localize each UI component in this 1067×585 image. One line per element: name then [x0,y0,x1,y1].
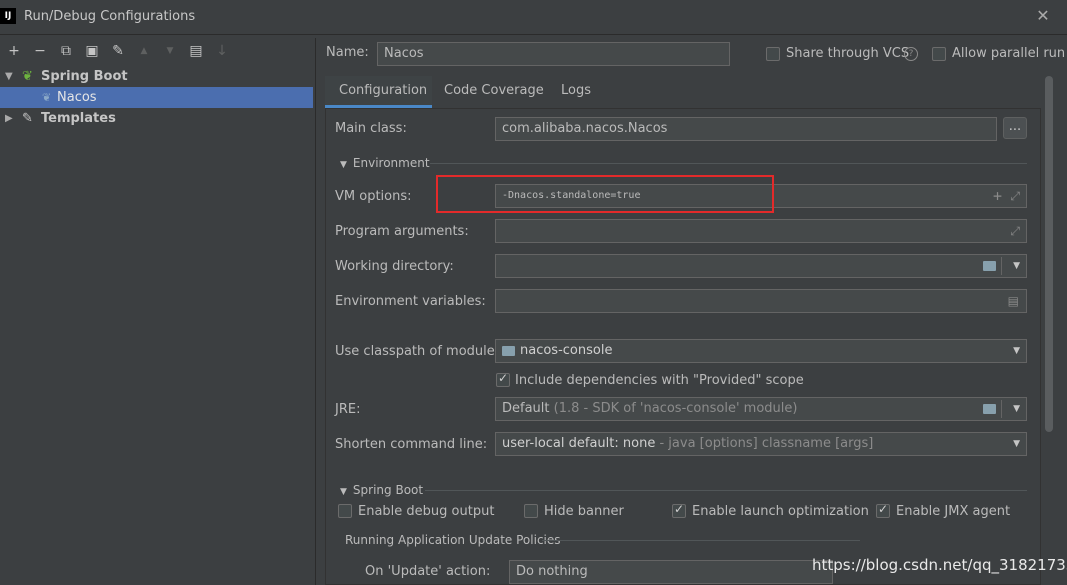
tree-item-nacos[interactable]: ❦ Nacos [0,87,313,108]
vm-options-label: VM options: [335,189,412,204]
shorten-suffix: - java [options] classname [args] [659,436,874,451]
save-icon[interactable]: ▣ [82,40,102,62]
hide-banner-checkbox[interactable] [524,504,538,518]
share-vcs-label: Share through VCS [786,46,910,61]
dropdown-icon[interactable]: ▼ [1013,255,1020,277]
spring-boot-icon: ❦ [22,69,33,84]
share-vcs-checkbox[interactable] [766,47,780,61]
move-up-icon[interactable]: ▲ [134,40,154,62]
plus-icon[interactable]: + [993,185,1002,207]
env-vars-input[interactable]: ▤ [495,289,1027,313]
section-separator [430,163,1027,164]
add-icon[interactable]: + [4,40,24,62]
on-update-combo[interactable]: Do nothing [509,560,833,584]
tab-code-coverage[interactable]: Code Coverage [444,76,544,108]
jre-suffix: (1.8 - SDK of 'nacos-console' module) [553,401,798,416]
scrollbar[interactable] [1045,76,1053,432]
jre-value: Default [502,401,550,416]
shorten-combo[interactable]: user-local default: none - java [options… [495,432,1027,456]
jmx-agent-label: Enable JMX agent [896,504,1011,519]
program-args-input[interactable]: ⤢ [495,219,1027,243]
tab-configuration[interactable]: Configuration [325,76,432,108]
section-separator [542,540,860,541]
expand-icon[interactable]: ⤢ [1010,220,1020,242]
watermark-text: https://blog.csdn.net/qq_31821733 [812,556,1067,574]
spring-config-icon: ❦ [42,91,52,104]
tree-item-spring-boot[interactable]: ▼ ❦ Spring Boot [0,66,313,87]
classpath-value: nacos-console [520,343,613,358]
tree-label: Nacos [57,90,97,105]
expand-icon[interactable]: ⤢ [1010,185,1020,207]
config-tree: ▼ ❦ Spring Boot ❦ Nacos ▶ ✎ Templates [0,64,315,585]
spring-boot-section[interactable]: ▼ Spring Boot [340,483,423,497]
allow-parallel-label: Allow parallel run [952,46,1066,61]
debug-output-label: Enable debug output [358,504,495,519]
collapse-arrow-icon[interactable]: ▶ [5,108,13,129]
copy-icon[interactable]: ⧉ [56,40,76,62]
tree-item-templates[interactable]: ▶ ✎ Templates [0,108,313,129]
on-update-label: On 'Update' action: [365,564,491,579]
jre-combo[interactable]: Default (1.8 - SDK of 'nacos-console' mo… [495,397,1027,421]
program-args-label: Program arguments: [335,224,469,239]
tab-bar: Configuration Code Coverage Logs [325,76,1041,108]
on-update-value: Do nothing [516,564,588,579]
tree-label: Templates [41,111,116,126]
shorten-value: user-local default: none [502,436,656,451]
dropdown-icon[interactable]: ▼ [1013,398,1020,420]
remove-icon[interactable]: − [30,40,50,62]
title-bar: IJ Run/Debug Configurations ✕ [0,0,1067,35]
dropdown-icon[interactable]: ▼ [1013,340,1020,362]
env-vars-label: Environment variables: [335,294,486,309]
section-separator [425,490,1027,491]
launch-opt-checkbox[interactable] [672,502,686,518]
update-policies-title: Running Application Update Policies [345,533,561,547]
classpath-label: Use classpath of module: [335,344,500,359]
intellij-logo-icon: IJ [0,8,16,24]
browse-button[interactable]: ... [1003,117,1027,139]
include-deps-label: Include dependencies with "Provided" sco… [515,373,804,388]
wrench-icon: ✎ [22,111,33,126]
debug-output-checkbox[interactable] [338,504,352,518]
folder-icon[interactable]: ▤ [186,40,206,62]
environment-section[interactable]: ▼ Environment [340,156,430,170]
name-label: Name: [326,45,369,60]
folder-icon[interactable] [983,404,996,414]
name-input[interactable]: Nacos [377,42,730,66]
classpath-combo[interactable]: nacos-console ▼ [495,339,1027,363]
config-toolbar: + − ⧉ ▣ ✎ ▲ ▼ ▤ ↓ [0,38,315,64]
section-title: Environment [352,156,430,170]
main-class-label: Main class: [335,121,407,136]
window-title: Run/Debug Configurations [24,9,196,24]
main-class-input[interactable]: com.alibaba.nacos.Nacos [495,117,997,141]
working-dir-combo[interactable]: ▼ [495,254,1027,278]
shorten-label: Shorten command line: [335,437,488,452]
document-icon[interactable]: ▤ [1008,290,1019,312]
help-icon[interactable]: ? [904,47,918,61]
move-down-icon[interactable]: ▼ [160,40,180,62]
expand-arrow-icon[interactable]: ▼ [5,66,13,87]
include-deps-checkbox[interactable] [496,371,510,387]
working-dir-label: Working directory: [335,259,454,274]
splitter[interactable] [315,38,316,585]
folder-icon[interactable] [983,261,996,271]
module-icon [502,346,515,356]
section-collapse-icon: ▼ [340,487,347,497]
launch-opt-label: Enable launch optimization [692,504,869,519]
dropdown-icon[interactable]: ▼ [1013,433,1020,455]
section-title: Spring Boot [352,483,424,497]
jmx-agent-checkbox[interactable] [876,502,890,518]
sort-icon[interactable]: ↓ [212,40,232,62]
close-icon[interactable]: ✕ [1032,5,1054,27]
allow-parallel-checkbox[interactable] [932,47,946,61]
jre-label: JRE: [335,402,361,417]
section-collapse-icon: ▼ [340,160,347,170]
hide-banner-label: Hide banner [544,504,624,519]
tab-logs[interactable]: Logs [561,76,591,108]
wrench-icon[interactable]: ✎ [108,40,128,62]
tree-label: Spring Boot [41,69,128,84]
annotation-highlight-box [436,175,774,213]
